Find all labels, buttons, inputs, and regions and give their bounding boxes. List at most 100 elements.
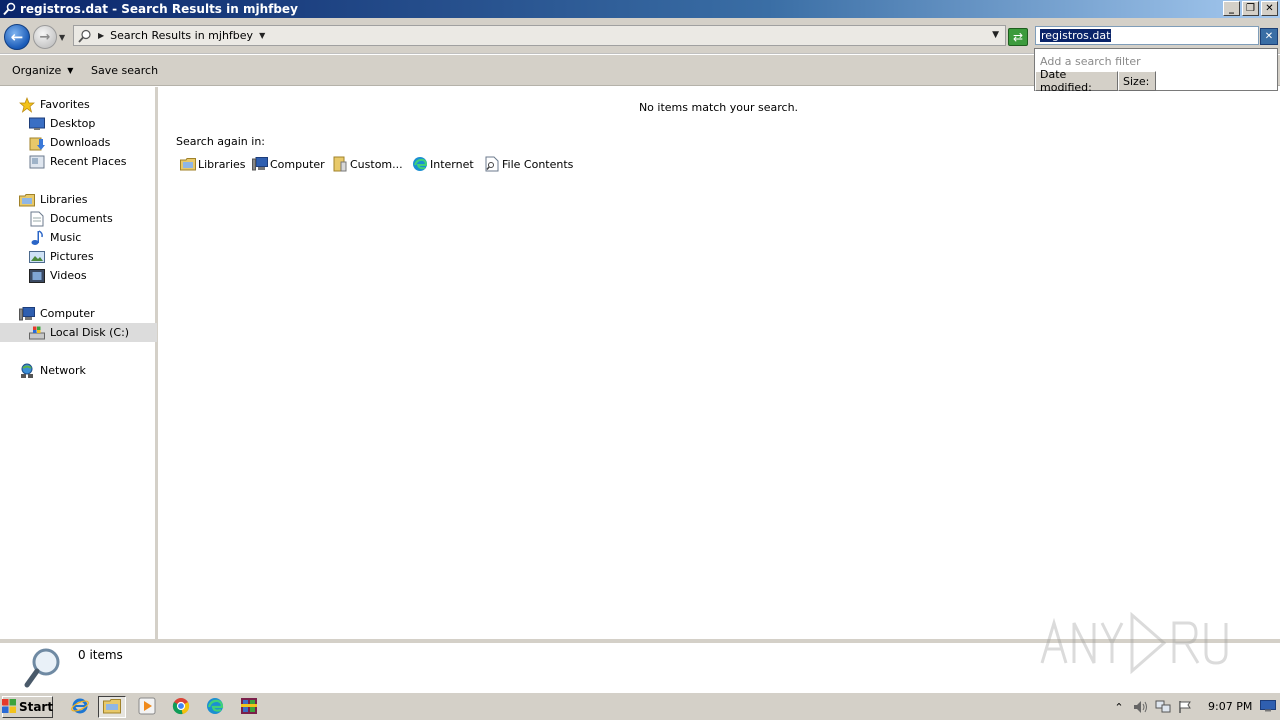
sidebar-item-local-disk[interactable]: Local Disk (C:) bbox=[0, 323, 157, 342]
computer-icon bbox=[251, 156, 269, 172]
sidebar-item-label: Network bbox=[40, 364, 86, 377]
taskbar-chrome[interactable] bbox=[167, 696, 195, 718]
address-dropdown-icon[interactable]: ▼ bbox=[992, 30, 999, 40]
local-disk-icon bbox=[28, 325, 46, 341]
media-player-icon bbox=[138, 697, 156, 718]
search-again-label: Search again in: bbox=[176, 135, 266, 148]
magnifier-icon bbox=[22, 645, 66, 689]
search-location-label: Computer bbox=[270, 157, 325, 171]
refresh-button[interactable]: ⇄ bbox=[1008, 28, 1028, 46]
custom-folder-icon bbox=[331, 156, 349, 172]
save-search-label: Save search bbox=[91, 64, 159, 77]
search-again-file-contents[interactable]: File Contents bbox=[483, 155, 573, 173]
refresh-icon: ⇄ bbox=[1012, 30, 1024, 44]
search-again-internet[interactable]: Internet bbox=[411, 155, 474, 173]
sidebar-item-pictures[interactable]: Pictures bbox=[28, 247, 157, 266]
sidebar-item-label: Desktop bbox=[50, 117, 96, 130]
breadcrumb-chevron-icon[interactable]: ▶ bbox=[98, 31, 104, 40]
show-hidden-icons-icon[interactable]: ⌃ bbox=[1108, 701, 1130, 714]
item-count: 0 items bbox=[78, 648, 123, 662]
winrar-icon bbox=[240, 697, 258, 718]
close-icon: ✕ bbox=[1264, 31, 1274, 42]
arrow-right-icon: → bbox=[39, 29, 51, 45]
recent-places-icon bbox=[28, 154, 46, 170]
back-button[interactable]: ← bbox=[4, 24, 30, 50]
start-label: Start bbox=[18, 700, 54, 714]
sidebar-item-recent-places[interactable]: Recent Places bbox=[28, 152, 157, 171]
taskbar-internet-explorer[interactable] bbox=[66, 696, 94, 718]
save-search-button[interactable]: Save search bbox=[91, 64, 158, 77]
search-again-libraries[interactable]: Libraries bbox=[179, 155, 246, 173]
libraries-icon bbox=[18, 192, 36, 208]
filter-date-modified[interactable]: Date modified: bbox=[1035, 68, 1118, 94]
minimize-button[interactable]: _ bbox=[1223, 1, 1240, 16]
title-bar: registros.dat - Search Results in mjhfbe… bbox=[0, 0, 1280, 18]
chevron-down-icon[interactable]: ▼ bbox=[259, 31, 265, 40]
search-filter-panel: Add a search filter Date modified: Size: bbox=[1034, 48, 1278, 94]
search-folder-icon bbox=[76, 27, 94, 45]
chevron-down-icon: ▼ bbox=[67, 66, 74, 75]
sidebar-item-music[interactable]: Music bbox=[28, 228, 157, 247]
search-input[interactable]: registros.dat bbox=[1035, 26, 1259, 45]
sidebar-item-videos[interactable]: Videos bbox=[28, 266, 157, 285]
breadcrumb-path[interactable]: Search Results in mjhfbey bbox=[110, 29, 253, 42]
volume-icon[interactable] bbox=[1130, 700, 1152, 714]
clear-search-button[interactable]: ✕ bbox=[1260, 28, 1278, 45]
taskbar-edge[interactable] bbox=[201, 696, 229, 718]
videos-icon bbox=[28, 268, 46, 284]
filter-size[interactable]: Size: bbox=[1118, 71, 1156, 91]
window-title: registros.dat - Search Results in mjhfbe… bbox=[20, 2, 298, 16]
sidebar-item-label: Local Disk (C:) bbox=[50, 326, 130, 339]
search-query-selected: registros.dat bbox=[1040, 29, 1112, 42]
taskbar-file-explorer[interactable] bbox=[98, 696, 126, 718]
sidebar-item-label: Favorites bbox=[40, 98, 90, 111]
sidebar-item-network[interactable]: Network bbox=[18, 361, 157, 380]
documents-icon bbox=[28, 211, 46, 227]
chrome-icon bbox=[172, 697, 190, 718]
start-button[interactable]: Start bbox=[1, 696, 54, 718]
search-again-computer[interactable]: Computer bbox=[251, 155, 325, 173]
sidebar-item-label: Recent Places bbox=[50, 155, 127, 168]
search-location-label: Libraries bbox=[198, 157, 246, 171]
close-button[interactable]: ✕ bbox=[1261, 1, 1278, 16]
restore-button[interactable]: ❐ bbox=[1242, 1, 1259, 16]
libraries-icon bbox=[179, 156, 197, 172]
network-icon bbox=[18, 363, 36, 379]
sidebar-item-favorites[interactable]: Favorites bbox=[18, 95, 157, 114]
search-icon bbox=[2, 1, 18, 17]
taskbar: Start ⌃ 9:07 PM bbox=[0, 692, 1280, 720]
downloads-folder-icon bbox=[28, 135, 46, 151]
system-tray: ⌃ bbox=[1108, 695, 1280, 719]
anyrun-logo-icon bbox=[1038, 605, 1238, 675]
sidebar-item-desktop[interactable]: Desktop bbox=[28, 114, 157, 133]
folder-icon bbox=[103, 698, 121, 717]
forward-button[interactable]: → bbox=[33, 25, 57, 49]
system-clock[interactable]: 9:07 PM bbox=[1208, 700, 1252, 713]
address-bar[interactable]: ▶ Search Results in mjhfbey ▼ ▼ bbox=[73, 25, 1006, 46]
taskbar-winrar[interactable] bbox=[235, 696, 263, 718]
sidebar-item-libraries[interactable]: Libraries bbox=[18, 190, 157, 209]
file-search-icon bbox=[483, 156, 501, 172]
show-desktop-icon[interactable] bbox=[1260, 700, 1276, 715]
action-center-flag-icon[interactable] bbox=[1174, 700, 1196, 714]
sidebar-item-label: Downloads bbox=[50, 136, 111, 149]
sidebar-item-label: Videos bbox=[50, 269, 87, 282]
taskbar-media-player[interactable] bbox=[133, 696, 161, 718]
search-location-label: Custom... bbox=[350, 157, 403, 171]
windows-logo-icon bbox=[1, 698, 16, 716]
recent-pages-dropdown[interactable]: ▼ bbox=[59, 33, 65, 42]
organize-button[interactable]: Organize ▼ bbox=[12, 64, 73, 77]
sidebar-item-downloads[interactable]: Downloads bbox=[28, 133, 157, 152]
search-again-custom[interactable]: Custom... bbox=[331, 155, 403, 173]
desktop-icon bbox=[28, 116, 46, 132]
edge-browser-icon bbox=[206, 697, 224, 718]
internet-explorer-icon bbox=[71, 697, 89, 718]
sidebar-item-documents[interactable]: Documents bbox=[28, 209, 157, 228]
sidebar-item-label: Documents bbox=[50, 212, 113, 225]
sidebar-item-label: Libraries bbox=[40, 193, 88, 206]
music-note-icon bbox=[28, 229, 46, 246]
edge-browser-icon bbox=[411, 156, 429, 172]
sidebar-item-computer[interactable]: Computer bbox=[18, 304, 157, 323]
search-location-label: Internet bbox=[430, 157, 474, 171]
network-status-icon[interactable] bbox=[1152, 700, 1174, 714]
